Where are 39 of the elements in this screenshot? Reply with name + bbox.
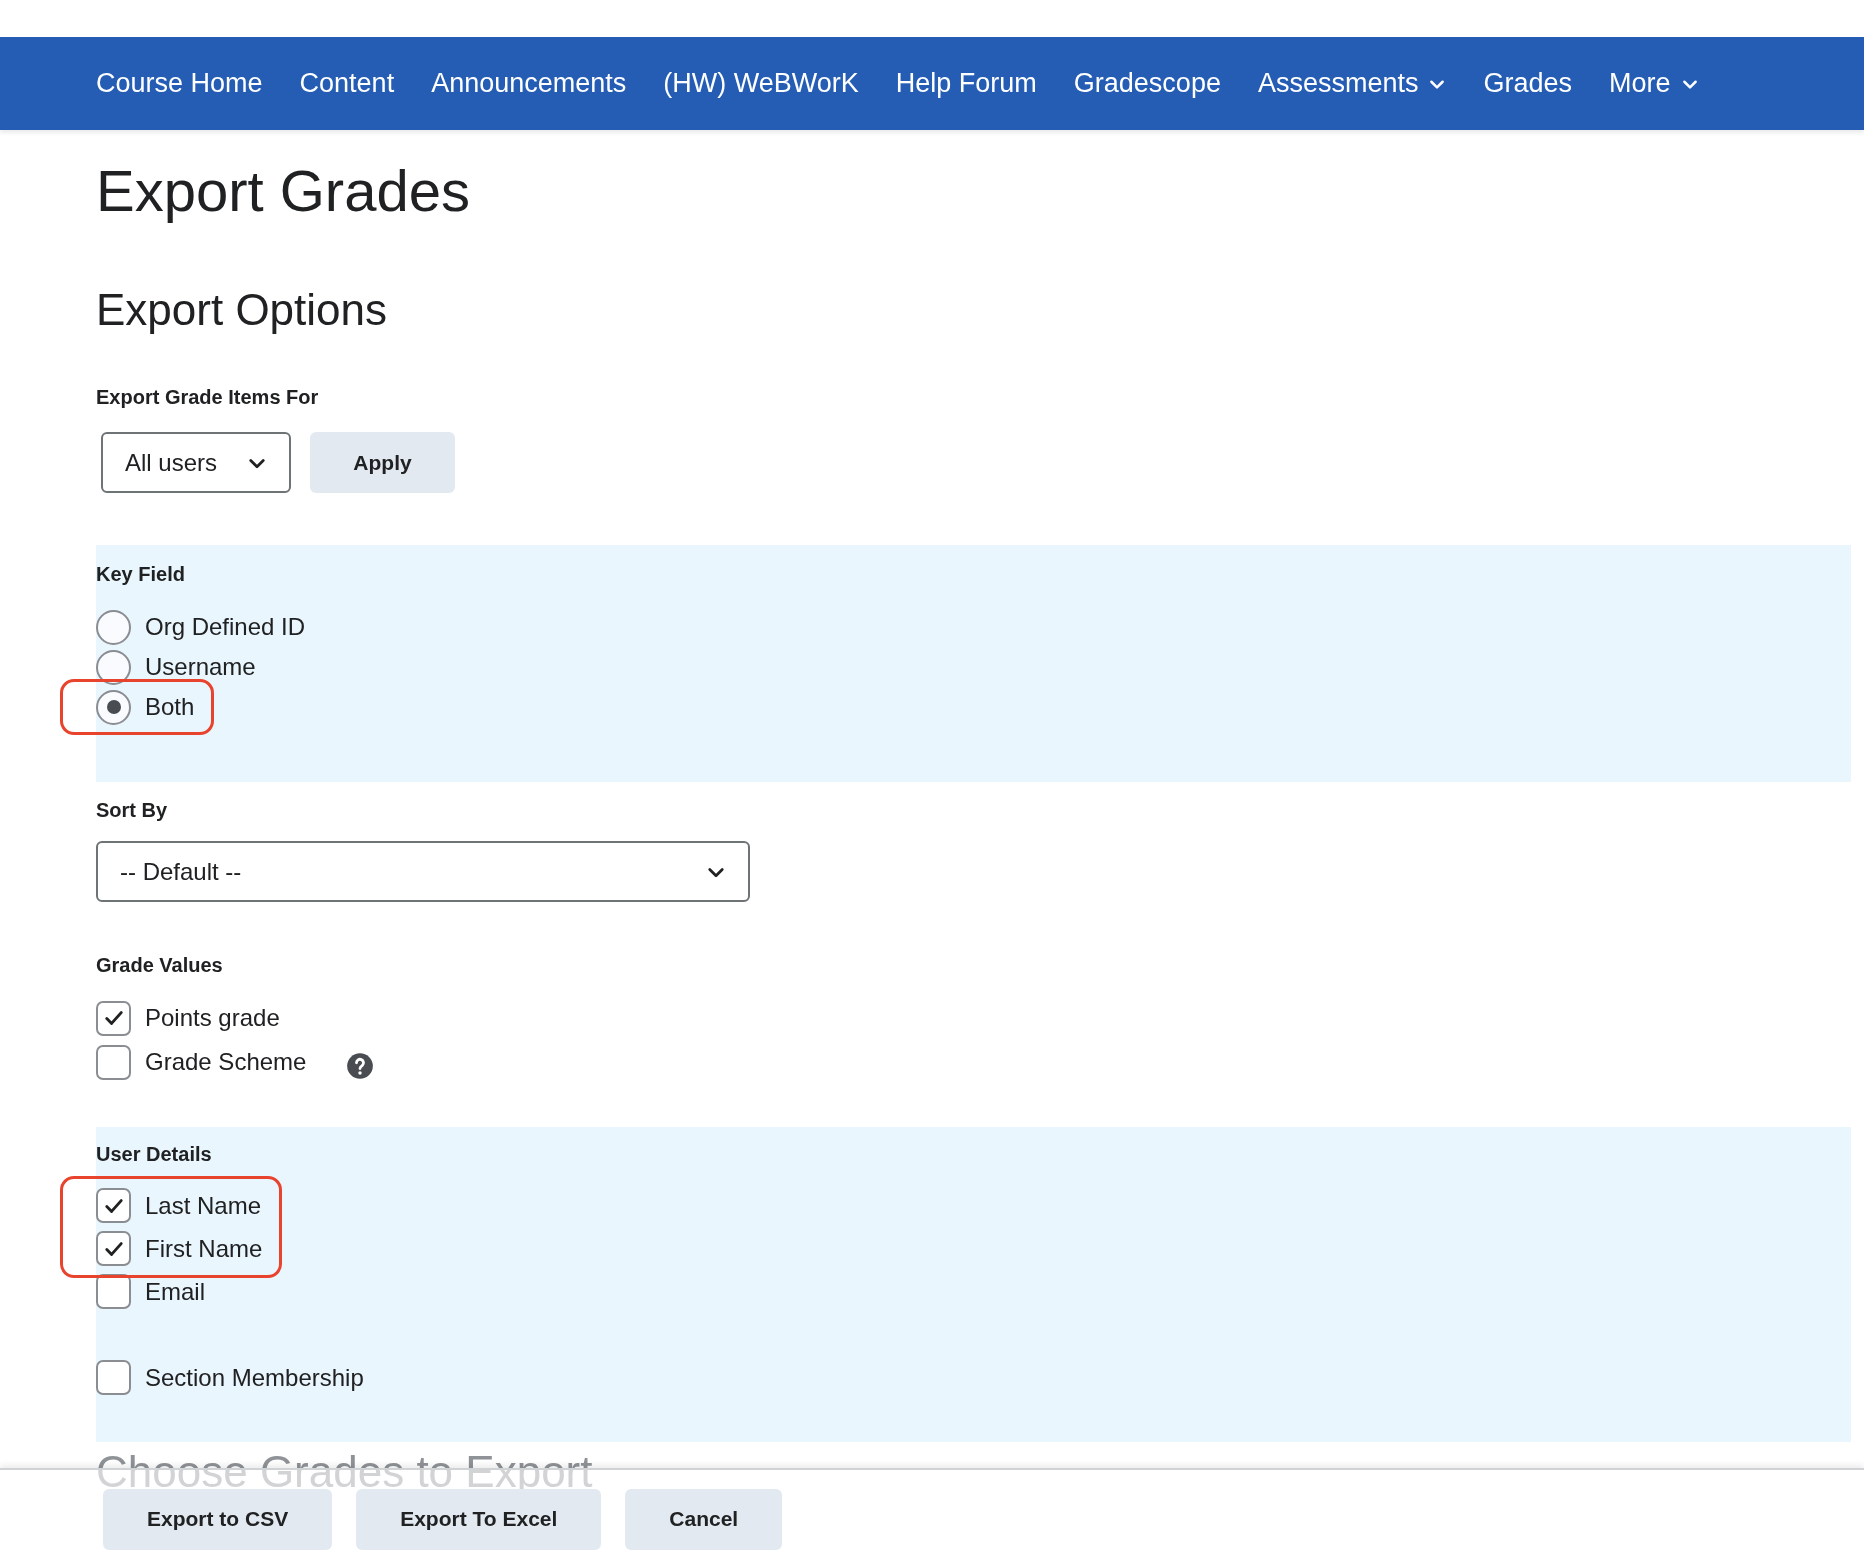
nav-link[interactable]: (HW) WeBWorK <box>663 63 859 104</box>
nav-link[interactable]: Announcements <box>431 63 627 104</box>
footer-button[interactable]: Cancel <box>625 1488 783 1550</box>
checkbox-label: First Name <box>145 1233 263 1264</box>
nav-link[interactable]: Assessments <box>1257 63 1447 104</box>
footer-button[interactable]: Export To Excel <box>356 1488 602 1550</box>
apply-button[interactable]: Apply <box>310 432 455 493</box>
checkbox[interactable] <box>96 1231 131 1266</box>
radio-button[interactable] <box>96 609 131 645</box>
users-dropdown[interactable]: All users <box>101 432 291 493</box>
nav-link[interactable]: Course Home <box>96 63 263 104</box>
checkbox[interactable] <box>96 1274 131 1309</box>
radio-label: Both <box>145 692 195 722</box>
field-label: Grade Values <box>96 953 224 978</box>
checkbox-label: Points grade <box>145 1003 280 1033</box>
nav-link[interactable]: Grades <box>1483 63 1573 104</box>
field-label: Sort By <box>96 798 169 823</box>
help-icon[interactable] <box>346 1052 375 1080</box>
nav-link[interactable]: Help Forum <box>895 63 1037 104</box>
checkbox[interactable] <box>96 1000 131 1036</box>
nav-link[interactable]: More <box>1609 63 1699 104</box>
footer-button[interactable]: Export to CSV <box>103 1488 333 1550</box>
radio-label: Org Defined ID <box>145 612 306 642</box>
checkbox-label: Last Name <box>145 1190 262 1221</box>
nav-link[interactable]: Gradescope <box>1073 63 1221 104</box>
field-label: Export Grade Items For <box>96 385 320 410</box>
sort-dropdown[interactable]: -- Default -- <box>96 841 750 902</box>
section-title: Export Options <box>96 288 389 332</box>
checkbox[interactable] <box>96 1360 131 1395</box>
checkbox-label: Section Membership <box>145 1362 364 1393</box>
nav-link[interactable]: Content <box>299 63 395 104</box>
checkbox-label: Grade Scheme <box>145 1047 307 1077</box>
checkbox-label: Email <box>145 1276 205 1307</box>
checkbox[interactable] <box>96 1044 131 1080</box>
radio-button[interactable] <box>96 689 131 725</box>
field-label: User Details <box>96 1142 213 1167</box>
checkbox[interactable] <box>96 1188 131 1223</box>
radio-label: Username <box>145 652 256 682</box>
field-label: Key Field <box>96 562 186 587</box>
